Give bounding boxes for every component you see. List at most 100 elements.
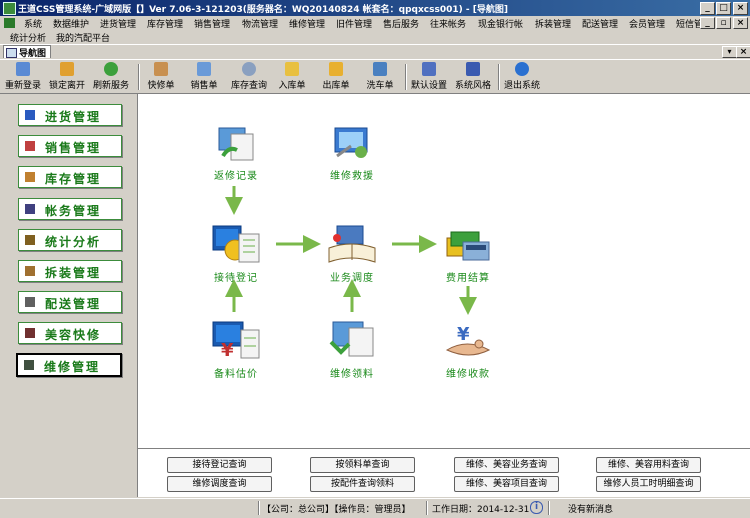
lock-icon [60,62,74,76]
tab-navigation-map[interactable]: 导航图 [3,45,51,59]
nav-item-label: 拆装管理 [45,266,102,280]
node-parts-quote[interactable]: ¥ 备料估价 [204,320,268,380]
nav-item-label: 美容快修 [45,328,102,342]
default-settings-button[interactable]: 默认设置 [410,62,448,91]
quick-repair-button[interactable]: 快修单 [143,62,179,91]
repair-beauty-item-query-button[interactable]: 维修、美容项目查询 [454,476,559,492]
menu-data-maintenance[interactable]: 数据维护 [53,17,89,30]
menu-purchase[interactable]: 进货管理 [100,17,136,30]
minimize-button[interactable]: _ [700,2,715,15]
inner-close-button[interactable]: × [733,17,748,29]
car-wash-button[interactable]: 洗车单 [362,62,398,91]
repair-beauty-business-query-button[interactable]: 维修、美容业务查询 [454,457,559,473]
status-separator [426,501,428,515]
close-button[interactable]: × [733,2,748,15]
style-icon [466,62,480,76]
inner-restore-button[interactable]: ▫ [716,17,731,29]
parts-pick-query-button[interactable]: 按配件查询领料 [310,476,415,492]
business-dispatch-label: 业务调度 [330,273,374,284]
beauty-icon [25,328,35,338]
repair-beauty-material-query-button[interactable]: 维修、美容用料查询 [596,457,701,473]
menu-inventory[interactable]: 库存管理 [147,17,183,30]
nav-item-distribution[interactable]: 配送管理 [18,291,122,313]
nav-item-label: 帐务管理 [45,204,102,218]
menu-bar: 系统 数据维护 进货管理 库存管理 销售管理 物流管理 维修管理 旧件管理 售后… [0,16,750,30]
status-bar: 【公司：总公司】【操作员：管理员】 工作日期：2014-12-31 i 没有新消… [0,498,750,518]
menu-old-parts[interactable]: 旧件管理 [336,17,372,30]
system-style-label: 系统风格 [454,81,491,91]
node-repair-payment[interactable]: ¥ 维修收款 [436,320,500,380]
stock-query-button[interactable]: 库存查询 [228,62,270,91]
nav-item-purchase[interactable]: 进货管理 [18,104,122,126]
nav-item-beauty-quick-repair[interactable]: 美容快修 [18,322,122,344]
menu-sales[interactable]: 销售管理 [194,17,230,30]
accounts-icon [25,204,35,214]
nav-item-label: 库存管理 [45,172,102,186]
node-return-record[interactable]: 返修记录 [204,126,268,182]
info-icon[interactable]: i [530,501,543,514]
inner-minimize-button[interactable]: _ [700,17,715,29]
menu-accounts[interactable]: 往来帐务 [430,17,466,30]
refresh-service-button[interactable]: 刷新服务 [92,62,130,91]
settings-icon [422,62,436,76]
reception-register-query-button[interactable]: 接待登记查询 [167,457,272,473]
lock-leave-button[interactable]: 锁定离开 [48,62,86,91]
refresh-icon [104,62,118,76]
sales-order-button[interactable]: 销售单 [186,62,222,91]
business-dispatch-icon [328,225,376,263]
repair-dispatch-query-button[interactable]: 维修调度查询 [167,476,272,492]
nav-item-statistics[interactable]: 统计分析 [18,229,122,251]
tab-dropdown-button[interactable]: ▾ [722,46,737,58]
toolbar: 重新登录 锁定离开 刷新服务 快修单 销售单 库存查询 入库单 出库单 洗车单 … [0,59,750,94]
menu-cash-bank[interactable]: 现金银行帐 [478,17,523,30]
maximize-button[interactable]: □ [716,2,731,15]
repair-payment-icon: ¥ [445,324,491,356]
menu-distribution[interactable]: 配送管理 [582,17,618,30]
relogin-button[interactable]: 重新登录 [4,62,42,91]
nav-item-repair[interactable]: 维修管理 [16,353,122,377]
menu-bar-row2: 统计分析 我的汽配平台 [0,30,750,44]
node-business-dispatch[interactable]: 业务调度 [320,224,384,284]
return-record-label: 返修记录 [214,171,258,182]
purchase-icon [25,110,35,120]
menu-statistics[interactable]: 统计分析 [10,31,46,44]
status-message: 没有新消息 [568,505,614,515]
exit-system-label: 退出系统 [503,81,540,91]
pick-order-query-button[interactable]: 按领料单查询 [310,457,415,473]
node-repair-rescue[interactable]: 维修救援 [320,126,384,182]
node-fee-settlement[interactable]: 费用结算 [436,224,500,284]
sales-order-label: 销售单 [190,81,218,91]
menu-members[interactable]: 会员管理 [629,17,665,30]
stock-in-button[interactable]: 入库单 [274,62,310,91]
nav-item-label: 销售管理 [45,141,102,155]
menu-repair[interactable]: 维修管理 [289,17,325,30]
menu-logistics[interactable]: 物流管理 [242,17,278,30]
nav-item-accounts[interactable]: 帐务管理 [18,198,122,220]
parts-pick-icon [329,321,374,357]
repair-staff-hours-query-button[interactable]: 维修人员工时明细查询 [596,476,701,492]
nav-item-label: 维修管理 [44,360,101,374]
nav-item-inventory[interactable]: 库存管理 [18,166,122,188]
toolbar-separator [138,64,140,90]
menu-system[interactable]: 系统 [24,17,42,30]
stock-in-label: 入库单 [278,81,306,91]
inventory-icon [25,172,35,182]
node-parts-pick[interactable]: 维修领料 [320,320,384,380]
exit-icon [515,62,529,76]
status-separator [548,501,550,515]
node-reception-register[interactable]: 接待登记 [204,224,268,284]
wrench-icon [154,62,168,76]
menu-after-sales[interactable]: 售后服务 [383,17,419,30]
parts-quote-icon: ¥ [212,321,260,361]
quick-repair-label: 快修单 [147,81,175,91]
nav-item-assembly[interactable]: 拆装管理 [18,260,122,282]
stock-out-button[interactable]: 出库单 [318,62,354,91]
exit-system-button[interactable]: 退出系统 [503,62,541,91]
menu-auto-parts-platform[interactable]: 我的汽配平台 [56,31,110,44]
tab-close-button[interactable]: × [736,46,750,58]
tab-navigation-map-label: 导航图 [19,49,47,59]
menu-assembly[interactable]: 拆装管理 [535,17,571,30]
system-style-button[interactable]: 系统风格 [454,62,492,91]
assembly-icon [25,266,35,276]
nav-item-sales[interactable]: 销售管理 [18,135,122,157]
